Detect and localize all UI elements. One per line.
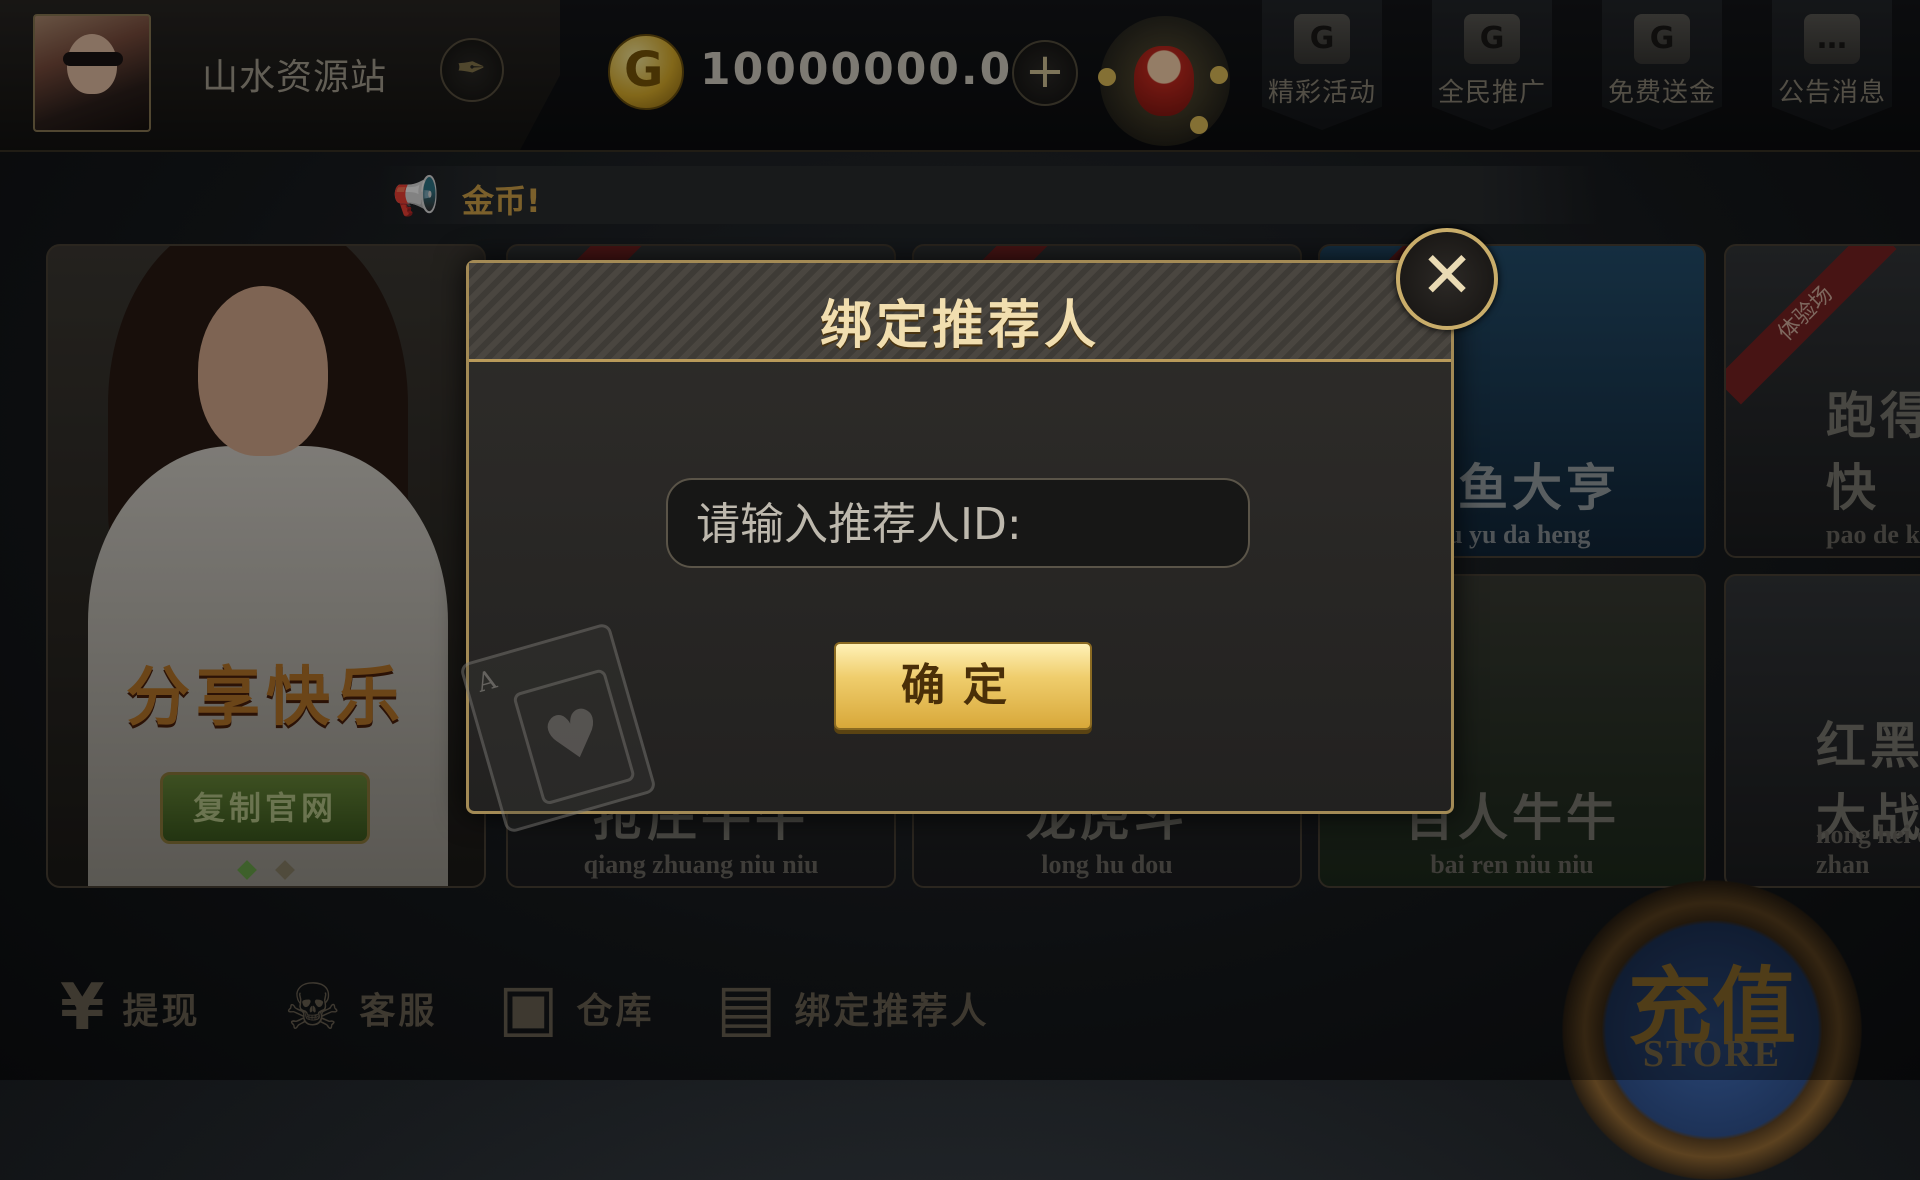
heart-icon: ♥	[511, 667, 637, 806]
close-icon[interactable]: ✕	[1396, 228, 1498, 330]
referrer-id-field[interactable]	[666, 478, 1250, 568]
dialog-header: 绑定推荐人	[469, 263, 1451, 362]
dialog-title: 绑定推荐人	[819, 296, 1100, 356]
confirm-button[interactable]: 确定	[834, 642, 1092, 730]
card-ace-corner: A	[473, 664, 501, 699]
referrer-id-input[interactable]	[694, 480, 1228, 568]
